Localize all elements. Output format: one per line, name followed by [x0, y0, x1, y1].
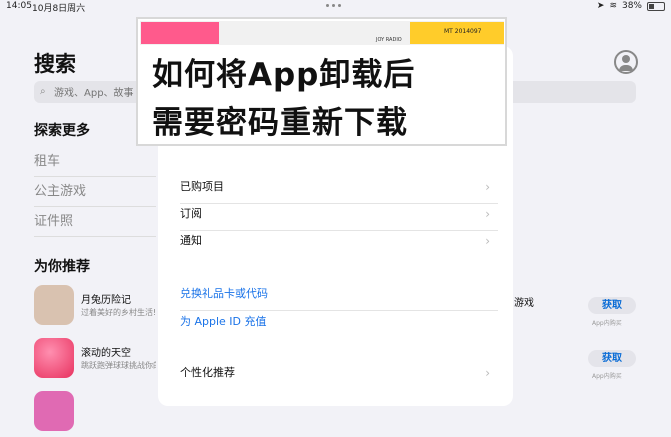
account-avatar-icon[interactable]	[614, 50, 638, 74]
app-desc: 过着美好的乡村生活!	[81, 308, 156, 317]
rabbit-app-icon	[34, 285, 74, 325]
banner-joy-radio: JOY RADIO	[376, 37, 402, 43]
banner-title-line2: 需要密码重新下载	[152, 105, 408, 141]
explore-item-id-photo[interactable]: 证件照	[34, 210, 156, 237]
banner-header-strip: JOY RADIO MT 2014097	[140, 21, 504, 45]
subscriptions-row[interactable]: 订阅 ›	[180, 203, 498, 231]
status-right: ➤ ≋ 38%	[597, 1, 665, 11]
row-label: 订阅	[180, 207, 202, 220]
chevron-right-icon: ›	[485, 180, 490, 194]
wifi-icon: ≋	[609, 1, 617, 11]
chevron-right-icon: ›	[485, 234, 490, 248]
battery-percent: 38%	[621, 1, 642, 11]
app-icon	[34, 391, 74, 431]
get-button[interactable]: 获取	[588, 297, 636, 314]
in-app-purchase-note: App内购买	[592, 373, 622, 380]
row-label: 个性化推荐	[180, 366, 235, 379]
banner-tag-right-text: MT 2014097	[444, 28, 482, 35]
banner-title-line1: 如何将App卸载后	[152, 57, 416, 93]
overlay-banner: JOY RADIO MT 2014097 如何将App卸载后 需要密码重新下载	[136, 17, 507, 146]
chevron-right-icon: ›	[485, 366, 490, 380]
explore-item-princess-games[interactable]: 公主游戏	[34, 180, 156, 207]
chevron-right-icon: ›	[485, 207, 490, 221]
app-name: 月兔历险记	[81, 295, 131, 306]
explore-title: 探索更多	[34, 123, 90, 139]
banner-tag-right: MT 2014097	[410, 22, 504, 44]
status-bar: 14:05 10月8日周六 ➤ ≋ 38%	[0, 0, 671, 14]
recommend-title: 为你推荐	[34, 259, 90, 275]
row-label: 已购项目	[180, 180, 224, 193]
app-name: 滚动的天空	[81, 348, 131, 359]
right-app-name-partial: 游戏	[514, 298, 534, 309]
app-desc: 跳跃跑弹球球挑战你的操作	[81, 361, 156, 370]
battery-icon	[647, 1, 665, 11]
search-icon: ⌕	[40, 86, 46, 97]
status-date: 10月8日周六	[32, 4, 86, 14]
ball-app-icon	[34, 338, 74, 378]
recommend-app[interactable]: 滚动的天空 跳跃跑弹球球挑战你的操作	[34, 338, 156, 384]
location-icon: ➤	[596, 1, 605, 11]
page-title: 搜索	[34, 52, 76, 76]
personalized-recommendations-row[interactable]: 个性化推荐 ›	[180, 362, 498, 389]
status-time: 14:05	[6, 1, 32, 11]
banner-tag-left	[141, 22, 219, 44]
purchased-row[interactable]: 已购项目 ›	[180, 176, 498, 204]
row-label: 通知	[180, 234, 202, 247]
in-app-purchase-note: App内购买	[592, 320, 622, 327]
add-funds-link[interactable]: 为 Apple ID 充值	[180, 311, 498, 338]
notifications-row[interactable]: 通知 ›	[180, 230, 498, 257]
explore-item-rental[interactable]: 租车	[34, 150, 156, 177]
recommend-app[interactable]	[34, 391, 156, 437]
redeem-gift-card-link[interactable]: 兑换礼品卡或代码	[180, 283, 498, 311]
recommend-app[interactable]: 月兔历险记 过着美好的乡村生活!	[34, 285, 156, 331]
get-button[interactable]: 获取	[588, 350, 636, 367]
multitask-dots-icon[interactable]	[326, 4, 341, 7]
